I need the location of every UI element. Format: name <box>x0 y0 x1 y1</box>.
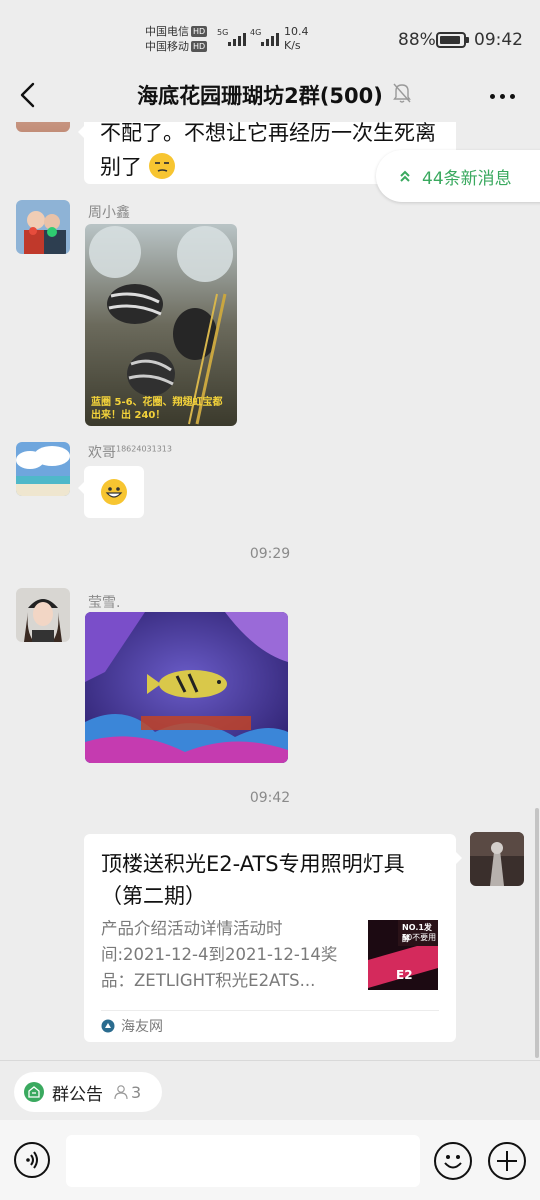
message-bubble[interactable] <box>78 466 144 518</box>
avatar[interactable] <box>16 588 70 642</box>
sender-name: 莹雪. <box>88 595 121 611</box>
image-message[interactable]: 蓝圈 5-6、花圈、翔翅虹宝都出来！出 240！ <box>85 224 237 426</box>
status-bar: 中国电信 HD 中国移动 HD 5G 4G 10.4 K/s 88% 09:42 <box>0 0 540 68</box>
sender-name: 周小鑫 <box>88 205 130 221</box>
card-divider <box>101 1010 439 1011</box>
input-bar <box>0 1120 540 1200</box>
group-notice-button[interactable]: 群公告 3 <box>14 1072 162 1112</box>
avatar[interactable] <box>16 200 70 254</box>
timestamp: 09:42 <box>249 790 291 806</box>
signal-icon <box>261 30 279 46</box>
notice-label: 群公告 <box>52 1084 103 1105</box>
sender-name: 欢哥18624031313 <box>88 444 172 461</box>
grin-emoji-icon <box>101 479 127 505</box>
network-type-1: 5G <box>217 28 229 37</box>
member-count: 3 <box>113 1083 141 1102</box>
carrier-2: 中国移动 <box>145 40 189 53</box>
avatar[interactable] <box>16 122 70 132</box>
emoji-button[interactable] <box>434 1142 472 1180</box>
battery-icon <box>436 32 469 48</box>
card-description: 产品介绍活动详情活动时间:2021-12-4到2021-12-14奖品：ZETL… <box>101 919 338 990</box>
card-thumbnail: NO.1发酵 50不要用 E2 <box>368 920 438 990</box>
hd-badge: HD <box>191 41 208 52</box>
voice-button[interactable] <box>14 1142 50 1178</box>
message-input[interactable] <box>66 1135 420 1187</box>
status-time: 09:42 <box>474 30 523 50</box>
smirk-emoji-icon <box>148 153 175 179</box>
more-button[interactable] <box>484 84 520 108</box>
notice-icon <box>24 1082 44 1102</box>
chat-title: 海底花园珊瑚坊2群(500) <box>137 84 383 108</box>
double-chevron-up-icon <box>400 170 410 182</box>
more-functions-button[interactable] <box>488 1142 526 1180</box>
card-source: 海友网 <box>101 1016 163 1036</box>
chat-header: 海底花园珊瑚坊2群(500) <box>0 68 540 122</box>
hd-badge: HD <box>191 26 208 37</box>
site-logo-icon <box>101 1019 115 1033</box>
person-icon <box>114 1085 128 1100</box>
timestamp: 09:29 <box>249 546 291 562</box>
battery-percent: 88% <box>398 30 436 50</box>
notice-bar: 群公告 3 <box>0 1060 540 1120</box>
voice-icon <box>26 1151 38 1169</box>
card-title: 顶楼送积光E2-ATS专用照明灯具（第二期） <box>101 852 405 908</box>
bell-off-icon <box>393 83 411 103</box>
smiley-icon <box>444 1155 462 1169</box>
avatar[interactable] <box>470 832 524 886</box>
carrier-info: 中国电信 HD 中国移动 HD <box>145 24 208 54</box>
network-speed: 10.4 K/s <box>284 25 309 52</box>
carrier-1: 中国电信 <box>145 25 189 38</box>
link-card[interactable]: 顶楼送积光E2-ATS专用照明灯具（第二期） 产品介绍活动详情活动时间:2021… <box>84 834 462 1042</box>
avatar[interactable] <box>16 442 70 496</box>
image-message[interactable] <box>85 612 288 763</box>
new-messages-button[interactable]: 44条新消息 <box>376 150 540 202</box>
image-caption: 蓝圈 5-6、花圈、翔翅虹宝都出来！出 240！ <box>91 397 223 421</box>
scrollbar[interactable] <box>535 808 539 1058</box>
signal-icon <box>228 30 246 46</box>
network-type-2: 4G <box>250 28 262 37</box>
